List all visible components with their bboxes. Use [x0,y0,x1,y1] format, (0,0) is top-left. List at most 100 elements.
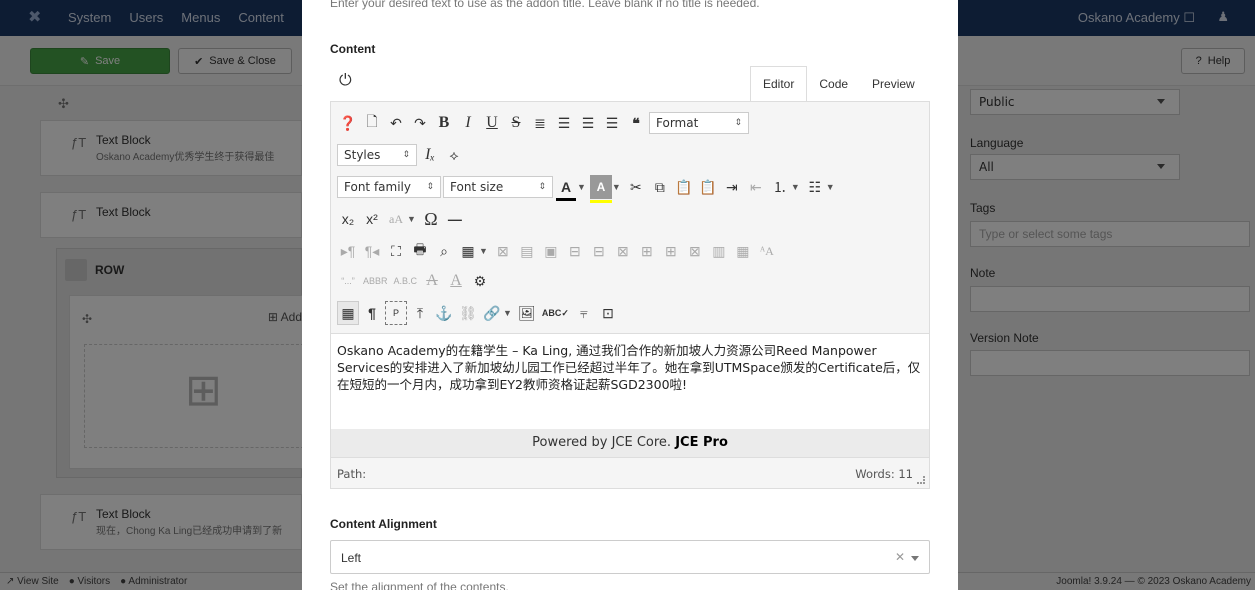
resize-handle[interactable] [917,476,925,484]
editor-body[interactable]: Oskano Academy的在籍学生 – Ka Ling, 通过我们合作的新加… [331,335,929,429]
link-icon[interactable]: 🔗 [481,301,503,325]
power-toggle-icon[interactable]: ⏻ [339,72,352,90]
paste-icon[interactable]: 📋 [673,175,695,199]
powered-by: Powered by JCE Core. JCE Pro [331,429,929,457]
caret-down-icon[interactable]: ▼ [407,214,416,224]
format-select[interactable]: Format ⇕ [649,112,749,134]
indent-icon[interactable]: ⇥ [721,175,743,199]
abbr-icon[interactable]: ABBR [361,269,390,293]
copy-icon[interactable]: ⧉ [649,175,671,199]
caret-down-icon[interactable]: ▼ [503,308,512,318]
font-size-value: Font size [450,180,504,194]
new-document-icon[interactable]: 🗋 [361,111,383,135]
chevron-down-icon: ⇕ [538,182,546,192]
bold-icon[interactable]: B [433,111,455,135]
styles-value: Styles [344,148,381,162]
rtl-icon[interactable]: ¶◂ [361,239,383,263]
search-icon[interactable]: ⌕ [433,239,455,263]
font-case-icon[interactable]: aA [385,207,407,231]
delete-table-icon[interactable]: ⊠ [492,239,514,263]
acronym-icon[interactable]: A.B.C [392,269,420,293]
format-value: Format [656,116,699,130]
editor-statusbar: Path: Words: 11 [331,457,929,488]
caret-down-icon[interactable]: ▼ [479,246,488,256]
redo-icon[interactable]: ↷ [409,111,431,135]
title-help-text: Enter your desired text to use as the ad… [330,0,760,10]
bullet-list-icon[interactable]: ☷ [804,175,826,199]
special-character-icon[interactable]: Ω [420,207,442,231]
delete-col-icon[interactable]: ⊠ [684,239,706,263]
caret-down-icon[interactable]: ▼ [612,182,621,192]
fullscreen-icon[interactable]: ⛶ [385,239,407,263]
col-after-icon[interactable]: ⊞ [660,239,682,263]
upload-icon[interactable]: ⤒ [409,301,431,325]
undo-icon[interactable]: ↶ [385,111,407,135]
image-icon[interactable]: 🖼 [516,301,538,325]
split-cells-icon[interactable]: ▥ [708,239,730,263]
styles-select[interactable]: Styles ⇕ [337,144,417,166]
caret-down-icon[interactable]: ▼ [826,182,835,192]
page-break-icon[interactable]: ⫧ [573,301,595,325]
caret-down-icon[interactable]: ▼ [791,182,800,192]
content-alignment-select[interactable]: Left ✕ [330,540,930,574]
table-props-icon[interactable]: ▤ [516,239,538,263]
content-alignment-label: Content Alignment [330,517,437,531]
paste-text-icon[interactable]: 📋 [697,175,719,199]
ltr-icon[interactable]: ▸¶ [337,239,359,263]
blockquote-icon[interactable]: ❝ [625,111,647,135]
background-color-icon[interactable]: A [589,175,612,203]
italic-icon[interactable]: I [457,111,479,135]
merge-cells-icon[interactable]: ▦ [732,239,754,263]
cut-icon[interactable]: ✂ [625,175,647,199]
underline-icon[interactable]: U [481,111,503,135]
cell-props-icon[interactable]: ▣ [540,239,562,263]
clear-formatting-icon[interactable]: Iₓ [419,143,441,167]
word-count: Words: 11 [855,467,913,481]
superscript-icon[interactable]: x² [361,207,383,231]
alignment-help-text: Set the alignment of the contents. [330,580,509,590]
paragraph-icon[interactable]: P [385,301,407,325]
tab-editor[interactable]: Editor [750,66,808,102]
anchor-icon[interactable]: ⚓ [433,301,455,325]
strikethrough-icon[interactable]: S [505,111,527,135]
table-icon[interactable]: ▦ [457,239,479,263]
print-icon[interactable]: 🖶 [409,239,431,263]
jce-editor: ❓ 🗋 ↶ ↷ B I U S ≣ ☰ ☰ ☰ ❝ Format ⇕ Styles… [330,101,930,489]
delete-row-icon[interactable]: ⊠ [612,239,634,263]
align-center-icon[interactable]: ☰ [553,111,575,135]
col-before-icon[interactable]: ⊞ [636,239,658,263]
cleanup-icon[interactable]: ⟡ [443,143,465,167]
spellcheck-icon[interactable]: ABC✓ [540,301,571,325]
font-family-value: Font family [344,180,411,194]
subscript-icon[interactable]: x₂ [337,207,359,231]
alignment-value: Left [341,551,362,565]
cite-icon[interactable]: “...” [337,269,359,293]
align-justify-icon[interactable]: ≣ [529,111,551,135]
row-before-icon[interactable]: ⊟ [564,239,586,263]
insert-text-icon[interactable]: A [445,269,467,293]
horizontal-rule-icon[interactable]: — [444,207,466,231]
visual-aid-icon[interactable]: ▦ [337,301,359,325]
tab-preview[interactable]: Preview [860,66,927,102]
align-right-icon[interactable]: ☰ [601,111,623,135]
show-blocks-icon[interactable]: ¶ [361,301,383,325]
help-icon[interactable]: ❓ [337,111,359,135]
caret-down-icon[interactable]: ▼ [577,182,586,192]
font-size-select[interactable]: Font size ⇕ [443,176,553,198]
chevron-down-icon: ⇕ [402,150,410,160]
gear-icon[interactable]: ⚙ [469,269,491,293]
row-after-icon[interactable]: ⊟ [588,239,610,263]
align-left-icon[interactable]: ☰ [577,111,599,135]
editor-toolbar: ❓ 🗋 ↶ ↷ B I U S ≣ ☰ ☰ ☰ ❝ Format ⇕ Styles… [331,102,929,334]
tab-code[interactable]: Code [807,66,860,102]
text-color-icon[interactable]: A [555,175,577,201]
jce-pro-link[interactable]: JCE Pro [675,435,728,450]
font-family-select[interactable]: Font family ⇕ [337,176,441,198]
clear-icon[interactable]: ✕ [895,550,905,564]
insert-template-icon[interactable]: ⊡ [597,301,619,325]
style-props-icon[interactable]: ᴬA [756,239,778,263]
unlink-icon[interactable]: ⛓ [457,301,479,325]
numbered-list-icon[interactable]: ⒈ [769,175,791,199]
outdent-icon[interactable]: ⇤ [745,175,767,199]
delete-text-icon[interactable]: A [421,269,443,293]
